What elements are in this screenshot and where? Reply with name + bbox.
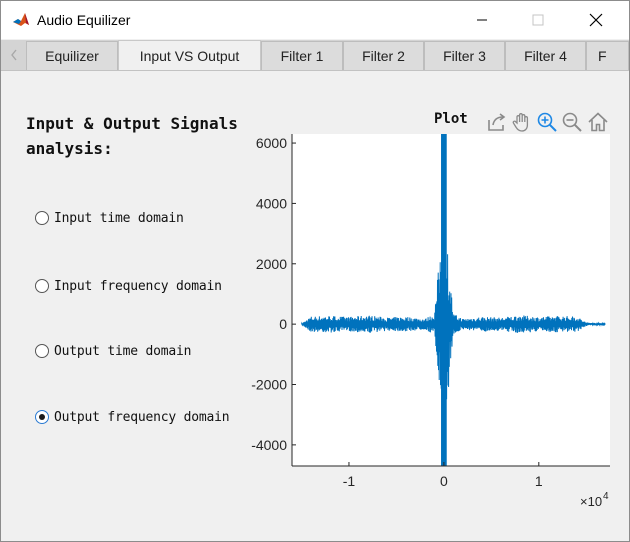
y-tick-label: -2000 <box>251 377 287 393</box>
plot-axes[interactable]: -4000 -2000 0 2000 4000 6000 -1 0 1 ×10 4 <box>237 131 623 526</box>
radio-label: Output frequency domain <box>54 409 230 425</box>
x-tick-label: 1 <box>535 473 543 489</box>
y-tick-label: 0 <box>279 316 287 332</box>
radio-output-time-domain[interactable]: Output time domain <box>35 341 191 361</box>
radio-label: Input frequency domain <box>54 278 222 294</box>
tab-scroll-left-button[interactable] <box>3 40 25 70</box>
home-icon[interactable] <box>587 111 609 133</box>
center-spike <box>441 134 447 466</box>
radio-circle <box>35 211 49 225</box>
chevron-left-icon <box>11 49 17 61</box>
radio-output-frequency-domain[interactable]: Output frequency domain <box>35 407 230 427</box>
x-exponent-power: 4 <box>603 491 609 502</box>
y-tick-label: 6000 <box>256 135 287 151</box>
app-window: Audio Equilizer Equilizer Input VS Outpu… <box>0 0 630 542</box>
radio-label: Output time domain <box>54 343 192 359</box>
close-icon <box>589 13 603 27</box>
title-bar: Audio Equilizer <box>1 1 629 39</box>
window-title: Audio Equilizer <box>37 12 131 28</box>
y-tick-label: 4000 <box>256 195 287 211</box>
y-tick-label: -4000 <box>251 437 287 453</box>
close-button[interactable] <box>573 1 619 39</box>
tab-filter-2[interactable]: Filter 2 <box>343 41 424 70</box>
tab-filter-5[interactable]: F <box>586 41 629 70</box>
tab-equilizer[interactable]: Equilizer <box>26 41 118 70</box>
y-tick-label: 2000 <box>256 256 287 272</box>
x-tick-label: -1 <box>343 473 356 489</box>
pan-hand-icon[interactable] <box>511 111 533 133</box>
radio-input-time-domain[interactable]: Input time domain <box>35 208 184 228</box>
tab-filter-3[interactable]: Filter 3 <box>424 41 505 70</box>
tab-input-vs-output[interactable]: Input VS Output <box>118 40 261 70</box>
section-heading: Input & Output Signals analysis: <box>26 114 238 158</box>
minimize-button[interactable] <box>459 1 505 39</box>
radio-label: Input time domain <box>54 210 184 226</box>
minimize-icon <box>477 19 487 21</box>
plot-title: Plot <box>434 111 468 127</box>
maximize-icon <box>532 14 544 26</box>
tab-bar: Equilizer Input VS Output Filter 1 Filte… <box>1 40 629 71</box>
x-exponent-label: ×10 <box>580 494 602 509</box>
radio-circle <box>35 344 49 358</box>
zoom-in-icon[interactable] <box>536 111 558 133</box>
export-icon[interactable] <box>486 111 508 133</box>
tab-content-panel: Input & Output Signals analysis: Input t… <box>1 71 629 541</box>
zoom-out-icon[interactable] <box>561 111 583 133</box>
maximize-button[interactable] <box>515 1 561 39</box>
radio-circle <box>35 279 49 293</box>
radio-selected-dot <box>39 414 45 420</box>
matlab-logo-icon <box>12 11 30 29</box>
tab-filter-4[interactable]: Filter 4 <box>505 41 586 70</box>
x-tick-label: 0 <box>440 473 448 489</box>
radio-circle <box>35 410 49 424</box>
radio-input-frequency-domain[interactable]: Input frequency domain <box>35 276 222 296</box>
tab-filter-1[interactable]: Filter 1 <box>261 41 343 70</box>
